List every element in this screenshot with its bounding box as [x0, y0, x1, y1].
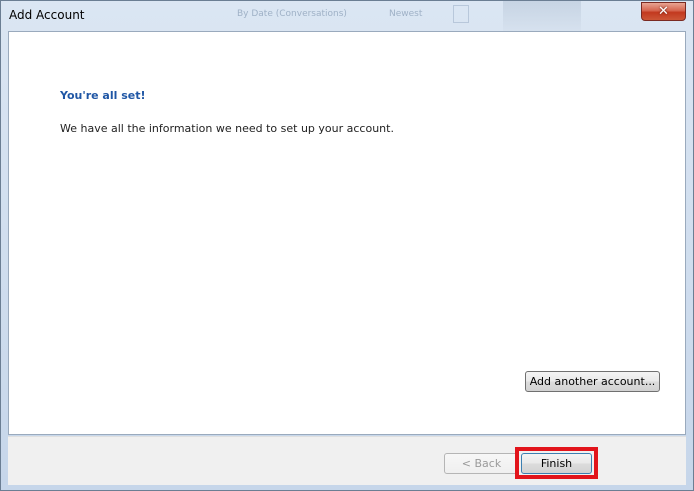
close-icon: ✕ — [658, 4, 669, 19]
background-avatar — [503, 1, 581, 31]
success-heading: You're all set! — [60, 89, 146, 102]
close-button[interactable]: ✕ — [641, 2, 686, 21]
background-sort-icon — [453, 5, 469, 23]
dialog-title: Add Account — [9, 8, 85, 22]
dialog-footer: < Back Finish — [8, 436, 686, 485]
background-sort-label: Newest — [389, 9, 423, 19]
back-button[interactable]: < Back — [444, 453, 519, 474]
add-account-dialog: Add Account By Date (Conversations) Newe… — [0, 0, 694, 491]
background-arrange-label: By Date (Conversations) — [237, 9, 347, 19]
finish-button[interactable]: Finish — [521, 453, 592, 474]
success-message: We have all the information we need to s… — [60, 122, 394, 135]
add-another-account-button[interactable]: Add another account... — [525, 371, 660, 392]
content-panel: You're all set! We have all the informat… — [8, 31, 686, 435]
title-bar[interactable]: Add Account By Date (Conversations) Newe… — [1, 1, 693, 31]
